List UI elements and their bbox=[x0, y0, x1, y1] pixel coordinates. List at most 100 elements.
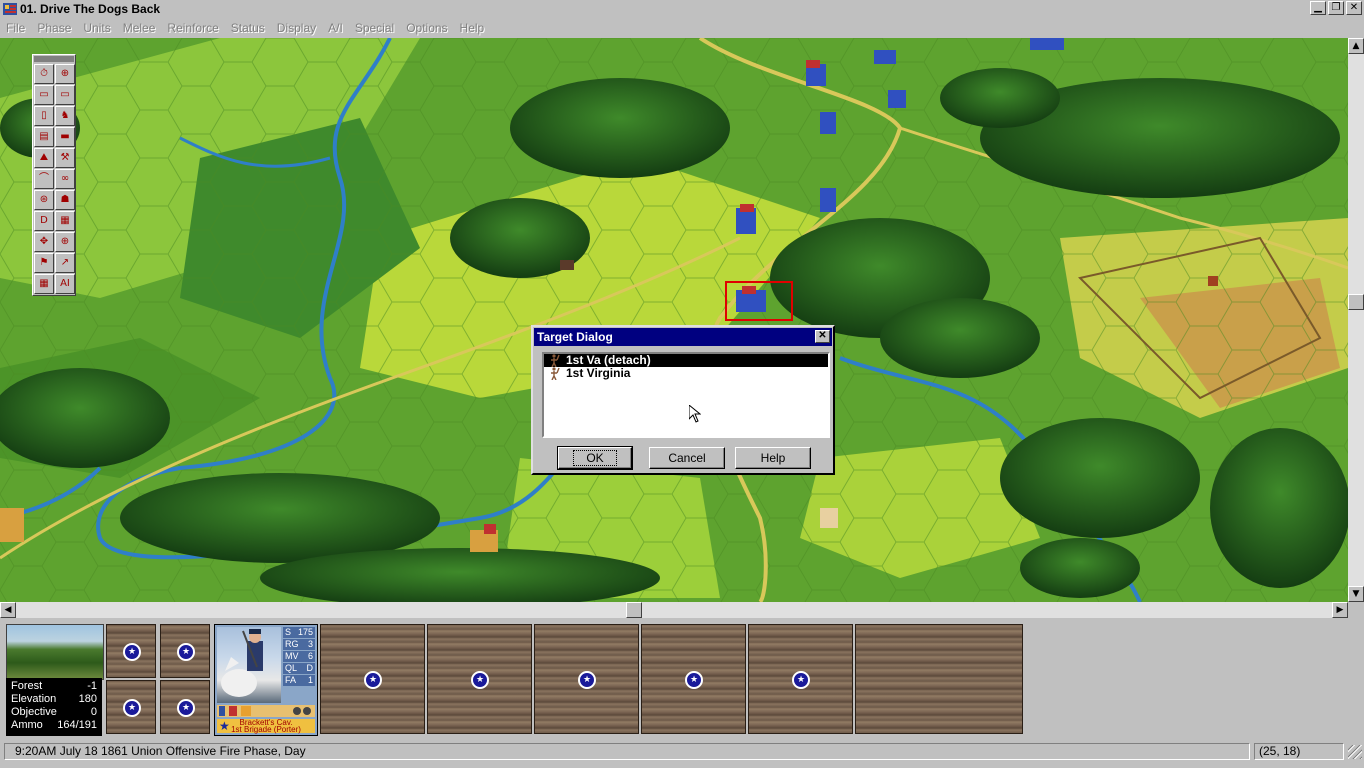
binoculars-icon[interactable]: ∞ bbox=[55, 169, 75, 189]
tool-palette: ⏱ ⊕ ▭ ▭ ▯ ♞ ▤ ▬ ⛰ ⚒ ⌒ ∞ ⊛ ☗ D ▦ ✥ ⊕ ⚑ ↗ … bbox=[32, 54, 76, 296]
wheel-icon[interactable]: ⊛ bbox=[34, 190, 54, 210]
unit-status-icons bbox=[217, 705, 315, 717]
window-title: 01. Drive The Dogs Back bbox=[20, 2, 161, 16]
union-star-icon: ★ bbox=[123, 643, 141, 661]
crosshair-icon[interactable]: ⊕ bbox=[55, 232, 75, 252]
leader-slot[interactable]: ★ bbox=[160, 624, 210, 678]
game-map[interactable] bbox=[0, 38, 1348, 602]
windows-icon[interactable]: ▦ bbox=[55, 211, 75, 231]
ai-icon[interactable]: AI bbox=[55, 274, 75, 294]
menu-display[interactable]: Display bbox=[271, 21, 322, 35]
unit-slot[interactable]: ★ bbox=[748, 624, 853, 734]
vertical-scroll-thumb[interactable] bbox=[1348, 294, 1364, 310]
list-item-label: 1st Va (detach) bbox=[566, 353, 651, 367]
unit-slot[interactable] bbox=[855, 624, 1023, 734]
restore-button[interactable]: ❐ bbox=[1328, 1, 1344, 15]
union-star-icon: ★ bbox=[578, 671, 596, 689]
grid-icon[interactable]: ▦ bbox=[34, 274, 54, 294]
flag-icon[interactable]: ⚑ bbox=[34, 253, 54, 273]
stat-label: S bbox=[285, 627, 292, 637]
union-star-icon: ★ bbox=[685, 671, 703, 689]
title-bar: 01. Drive The Dogs Back ▁ ❐ ✕ bbox=[0, 0, 1364, 18]
terrain-type-label: Forest bbox=[11, 680, 43, 692]
report-icon[interactable]: ▤ bbox=[34, 127, 54, 147]
stat-value: 6 bbox=[307, 651, 313, 661]
hex-coordinates: (25, 18) bbox=[1254, 743, 1344, 760]
fort-icon[interactable]: ☗ bbox=[55, 190, 75, 210]
cannon-icon[interactable]: ▬ bbox=[55, 127, 75, 147]
cancel-button[interactable]: Cancel bbox=[649, 447, 725, 469]
move-icon[interactable]: ✥ bbox=[34, 232, 54, 252]
target-icon[interactable]: ⊕ bbox=[55, 64, 75, 84]
menu-options[interactable]: Options bbox=[400, 21, 453, 35]
help-button[interactable]: Help bbox=[735, 447, 811, 469]
objective-value: 0 bbox=[90, 706, 97, 718]
resize-grip-icon[interactable] bbox=[1348, 745, 1362, 759]
menu-phase[interactable]: Phase bbox=[31, 21, 77, 35]
app-icon bbox=[2, 1, 18, 17]
mouse-cursor-icon bbox=[689, 405, 701, 423]
elevation-icon[interactable]: ⛰ bbox=[34, 148, 54, 168]
terrain-image bbox=[6, 624, 104, 680]
unit-card[interactable]: S 175 RG 3 MV 6 QL D FA 1 ★ Brackett's Cav. 1… bbox=[214, 624, 318, 736]
arrow-icon[interactable]: ↗ bbox=[55, 253, 75, 273]
ok-button[interactable]: OK bbox=[557, 446, 633, 470]
stat-label: QL bbox=[285, 663, 298, 673]
stat-label: MV bbox=[285, 651, 299, 661]
vertical-scrollbar[interactable]: ▲ ▼ bbox=[1348, 38, 1364, 602]
menu-ai[interactable]: A/I bbox=[322, 21, 349, 35]
info-panel: Forest -1 Elevation 180 Objective 0 Ammo 164… bbox=[0, 618, 1364, 742]
leader-slot[interactable]: ★ bbox=[106, 624, 156, 678]
scroll-left-icon[interactable]: ◀ bbox=[0, 602, 16, 618]
cavalry-portrait bbox=[217, 627, 281, 703]
unit-slot[interactable]: ★ bbox=[320, 624, 425, 734]
unit-stats: S 175 RG 3 MV 6 QL D FA 1 bbox=[283, 627, 315, 687]
minimize-button[interactable]: ▁ bbox=[1310, 1, 1326, 15]
melee-icon[interactable]: ⚒ bbox=[55, 148, 75, 168]
menu-help[interactable]: Help bbox=[454, 21, 491, 35]
scroll-right-icon[interactable]: ▶ bbox=[1332, 602, 1348, 618]
unit-slot[interactable]: ★ bbox=[534, 624, 639, 734]
target-list[interactable]: 1st Va (detach) 1st Virginia bbox=[542, 352, 830, 438]
list-item[interactable]: 1st Virginia bbox=[544, 367, 828, 380]
union-star-icon: ★ bbox=[792, 671, 810, 689]
menu-bar: File Phase Units Melee Reinforce Status … bbox=[0, 18, 1364, 38]
unit-slot[interactable]: ★ bbox=[427, 624, 532, 734]
clock-icon[interactable]: ⏱ bbox=[34, 64, 54, 84]
unit-stack-icon[interactable]: ▯ bbox=[34, 106, 54, 126]
union-star-icon: ★ bbox=[177, 643, 195, 661]
menu-special[interactable]: Special bbox=[349, 21, 400, 35]
leader-slot[interactable]: ★ bbox=[106, 680, 156, 734]
unit-name-plate: ★ Brackett's Cav. 1st Brigade (Porter) bbox=[217, 719, 315, 734]
unit-forward-icon[interactable]: ▭ bbox=[55, 85, 75, 105]
arch-icon[interactable]: ⌒ bbox=[34, 169, 54, 189]
ok-button-label: OK bbox=[573, 450, 617, 466]
union-star-icon: ★ bbox=[123, 699, 141, 717]
ammo-value: 164/191 bbox=[57, 719, 97, 731]
horizontal-scrollbar[interactable]: ◀ ▶ bbox=[0, 602, 1348, 618]
unit-slot[interactable]: ★ bbox=[641, 624, 746, 734]
status-bar: 9:20AM July 18 1861 Union Offensive Fire… bbox=[0, 742, 1364, 762]
objective-label: Objective bbox=[11, 706, 57, 718]
stat-value: D bbox=[306, 663, 314, 673]
menu-reinforce[interactable]: Reinforce bbox=[161, 21, 224, 35]
menu-units[interactable]: Units bbox=[77, 21, 116, 35]
horizontal-scroll-thumb[interactable] bbox=[626, 602, 642, 618]
close-window-button[interactable]: ✕ bbox=[1346, 1, 1362, 15]
scroll-down-icon[interactable]: ▼ bbox=[1348, 586, 1364, 602]
infantry-icon bbox=[551, 367, 560, 380]
tool-palette-handle[interactable] bbox=[34, 56, 74, 62]
unit-back-icon[interactable]: ▭ bbox=[34, 85, 54, 105]
dialog-title-bar[interactable]: Target Dialog ✕ bbox=[534, 328, 832, 346]
soldier-icon[interactable]: ♞ bbox=[55, 106, 75, 126]
union-star-icon: ★ bbox=[471, 671, 489, 689]
dialog-close-button[interactable]: ✕ bbox=[815, 330, 830, 343]
menu-file[interactable]: File bbox=[0, 21, 31, 35]
menu-status[interactable]: Status bbox=[225, 21, 271, 35]
scroll-up-icon[interactable]: ▲ bbox=[1348, 38, 1364, 54]
menu-melee[interactable]: Melee bbox=[117, 21, 162, 35]
elevation-label: Elevation bbox=[11, 693, 57, 705]
defend-icon[interactable]: D bbox=[34, 211, 54, 231]
union-star-icon: ★ bbox=[177, 699, 195, 717]
leader-slot[interactable]: ★ bbox=[160, 680, 210, 734]
